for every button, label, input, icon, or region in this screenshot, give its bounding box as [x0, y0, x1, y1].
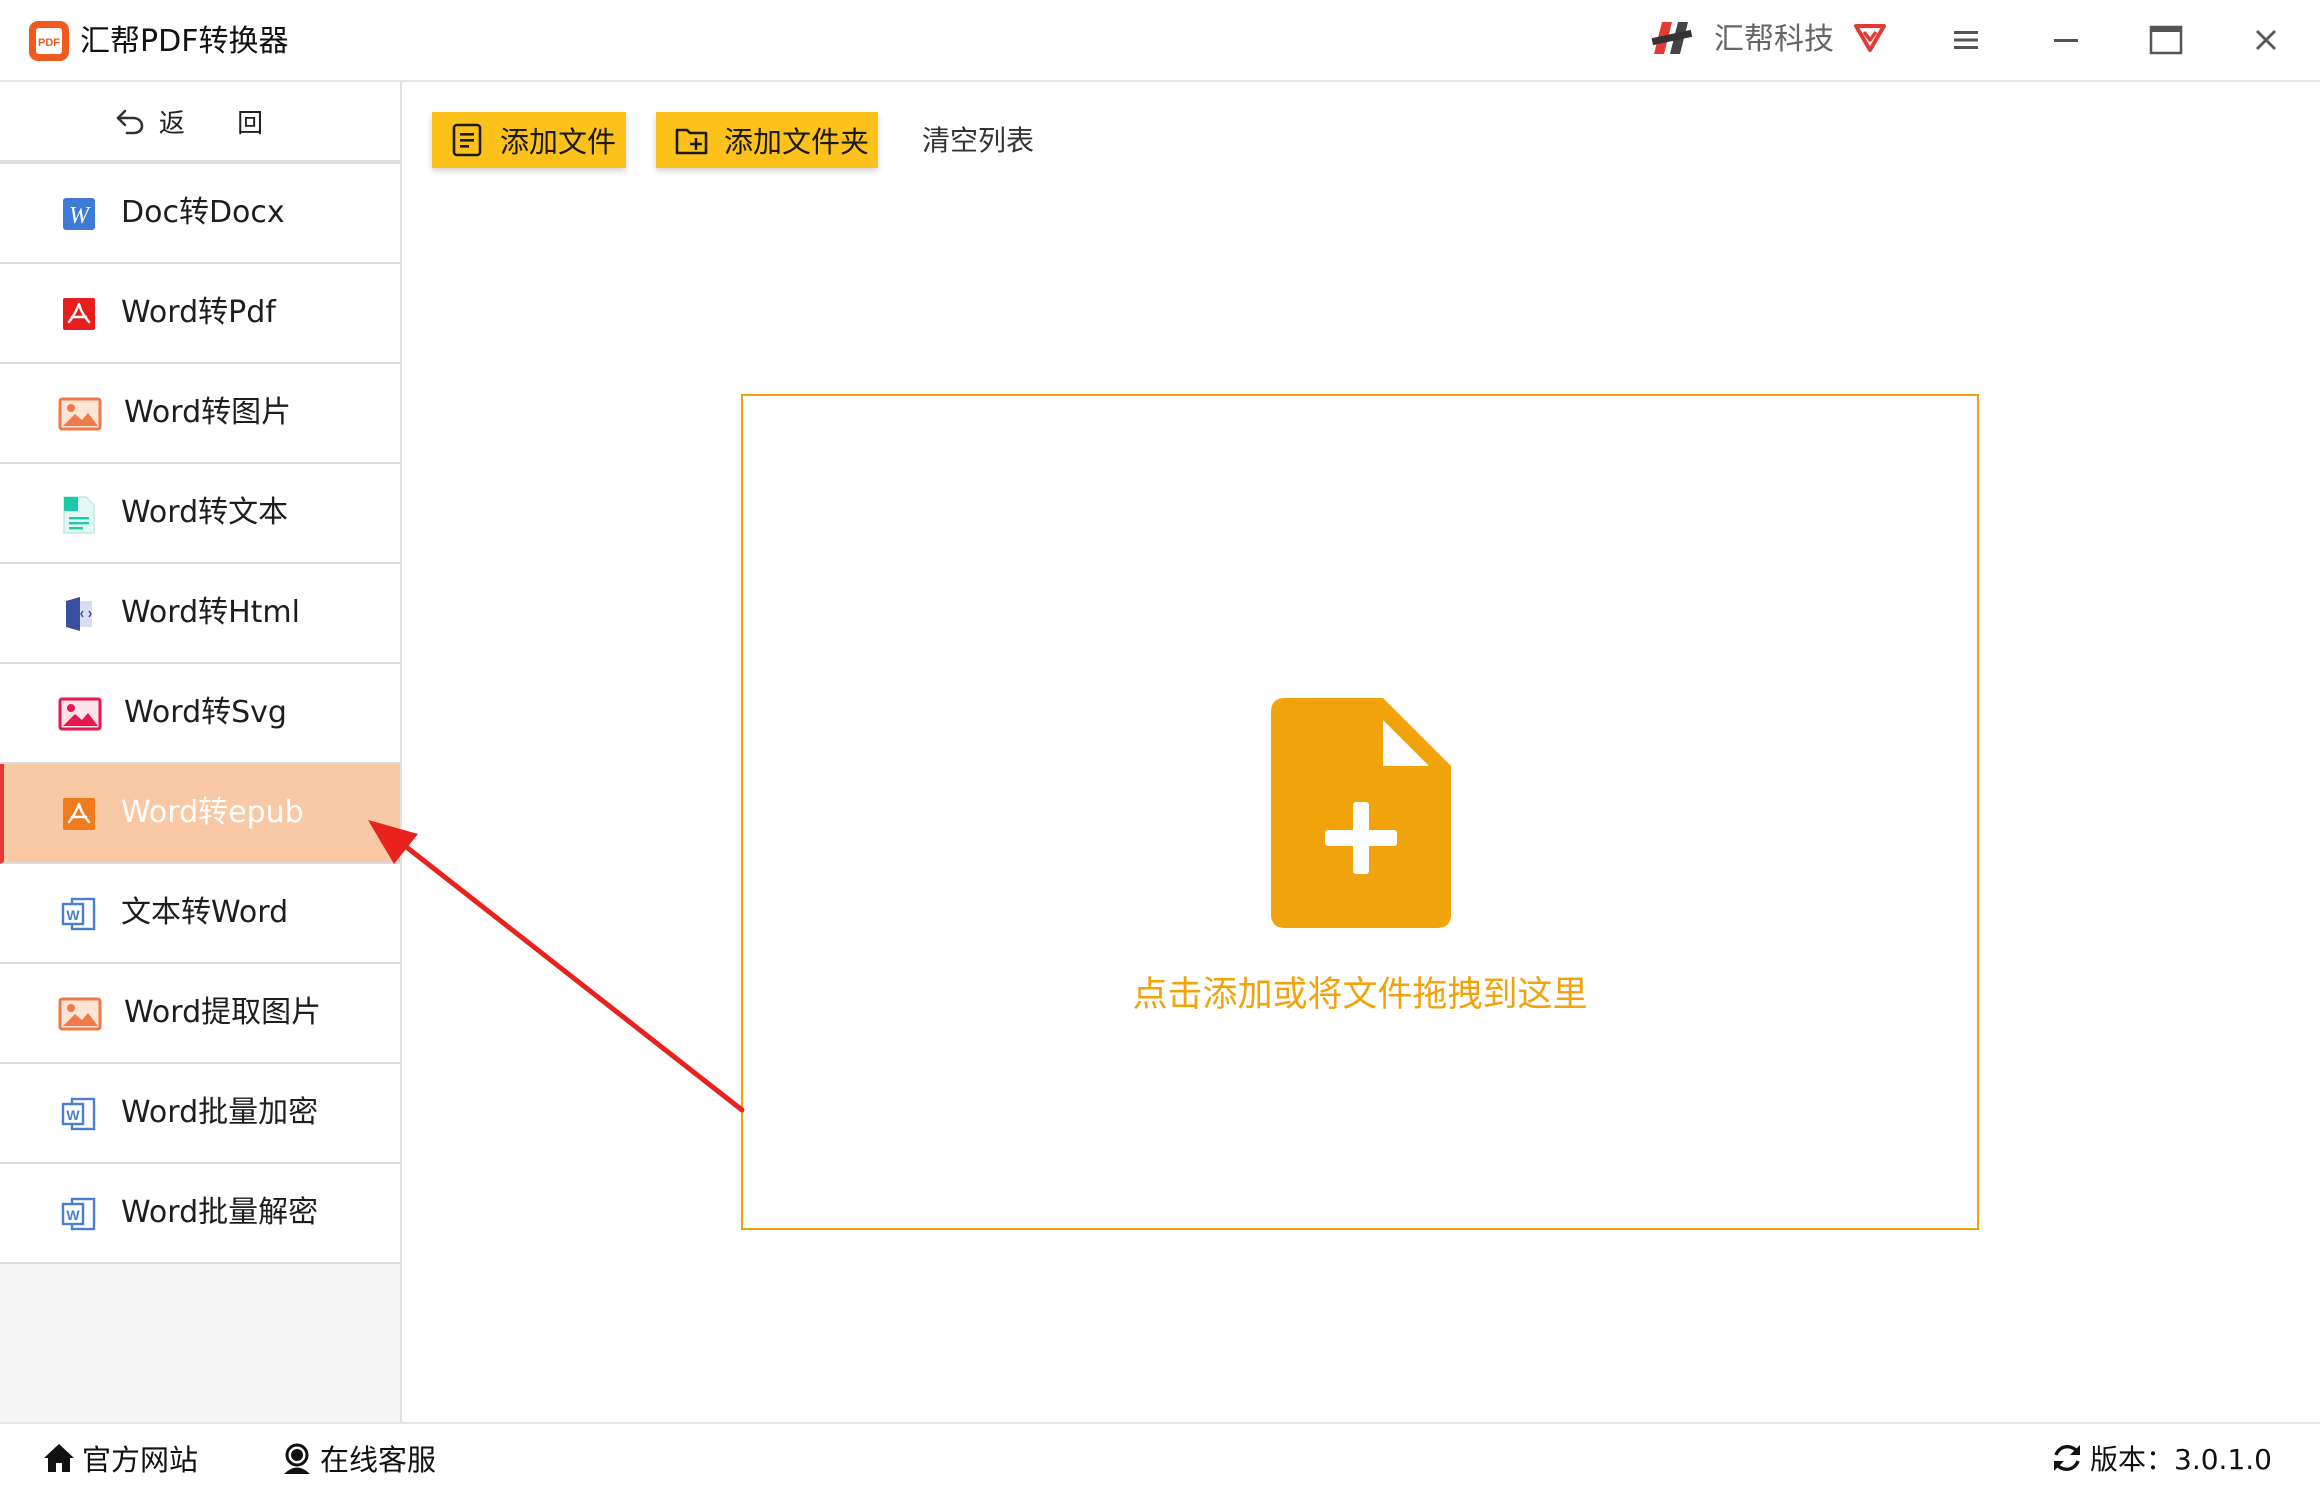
- version-info: 版本：3.0.1.0: [2050, 1436, 2272, 1480]
- file-drop-zone[interactable]: 点击添加或将文件拖拽到这里: [741, 394, 1979, 1230]
- epub-icon: [60, 795, 98, 833]
- status-bar: 官方网站 在线客服 版本：3.0.1.0: [0, 1422, 2320, 1492]
- sidebar: 返 回 W Doc转Docx Word转Pdf Word转图片 Word转文本 …: [0, 82, 402, 1422]
- word-icon: W: [60, 895, 98, 933]
- text-file-icon: [60, 495, 98, 534]
- image-icon: [58, 395, 102, 433]
- conversion-menu: W Doc转Docx Word转Pdf Word转图片 Word转文本 Word…: [0, 164, 400, 1264]
- title-bar: PDF 汇帮PDF转换器 汇帮科技: [0, 0, 2320, 82]
- sidebar-item-word-to-pdf[interactable]: Word转Pdf: [0, 264, 400, 364]
- sidebar-item-word-to-epub[interactable]: Word转epub: [0, 764, 400, 864]
- clear-list-button[interactable]: 清空列表: [922, 122, 1034, 160]
- close-icon[interactable]: [2244, 18, 2288, 62]
- brand-name: 汇帮科技: [1714, 22, 1834, 57]
- sidebar-item-doc-to-docx[interactable]: W Doc转Docx: [0, 164, 400, 264]
- word-icon: W: [60, 1195, 98, 1233]
- sidebar-item-word-extract-images[interactable]: Word提取图片: [0, 964, 400, 1064]
- official-website-label: 官方网站: [82, 1443, 199, 1477]
- add-file-icon: [450, 122, 486, 158]
- online-support-link[interactable]: 在线客服: [280, 1436, 436, 1480]
- word-doc-icon: W: [60, 195, 98, 233]
- svg-text:W: W: [66, 907, 80, 923]
- sidebar-item-label: Word转文本: [121, 495, 289, 530]
- add-file-label: 添加文件: [500, 125, 617, 159]
- sidebar-item-word-batch-encrypt[interactable]: W Word批量加密: [0, 1064, 400, 1164]
- sidebar-item-label: Word转Svg: [124, 695, 287, 730]
- sidebar-item-label: Word转epub: [121, 795, 304, 830]
- version-label: 版本：3.0.1.0: [2090, 1443, 2272, 1476]
- sidebar-item-label: Word批量加密: [121, 1095, 319, 1130]
- sidebar-item-word-to-image[interactable]: Word转图片: [0, 364, 400, 464]
- online-support-label: 在线客服: [320, 1443, 437, 1477]
- sidebar-item-label: Doc转Docx: [121, 195, 285, 230]
- svg-text:W: W: [69, 203, 91, 229]
- sidebar-item-word-batch-decrypt[interactable]: W Word批量解密: [0, 1164, 400, 1264]
- app-title: 汇帮PDF转换器: [80, 24, 289, 59]
- maximize-icon[interactable]: [2144, 18, 2188, 62]
- pdf-icon: [60, 295, 98, 333]
- add-file-button[interactable]: 添加文件: [432, 112, 626, 168]
- image-icon: [58, 995, 102, 1033]
- customer-service-icon: [280, 1441, 314, 1475]
- svg-text:W: W: [66, 1107, 80, 1123]
- sidebar-item-label: Word批量解密: [121, 1195, 319, 1230]
- add-folder-button[interactable]: 添加文件夹: [656, 112, 878, 168]
- home-icon: [42, 1441, 76, 1475]
- html-book-icon: [60, 595, 98, 633]
- back-label: 返 回: [158, 108, 286, 139]
- annotation-arrow: [360, 820, 750, 1120]
- drop-zone-hint: 点击添加或将文件拖拽到这里: [1132, 975, 1588, 1015]
- vip-diamond-icon[interactable]: [1850, 16, 1890, 56]
- add-folder-label: 添加文件夹: [724, 125, 870, 159]
- sidebar-item-label: 文本转Word: [121, 895, 289, 930]
- sidebar-item-label: Word转Pdf: [121, 295, 276, 330]
- brand-logo-icon: [1648, 14, 1696, 62]
- sidebar-item-text-to-word[interactable]: W 文本转Word: [0, 864, 400, 964]
- app-logo-icon: PDF: [28, 20, 70, 62]
- svg-image-icon: [58, 695, 102, 733]
- back-arrow-icon: [115, 107, 145, 135]
- refresh-icon: [2050, 1441, 2084, 1475]
- sidebar-item-label: Word转Html: [121, 595, 300, 630]
- svg-text:W: W: [66, 1207, 80, 1223]
- sidebar-item-label: Word提取图片: [124, 995, 322, 1030]
- sidebar-item-word-to-svg[interactable]: Word转Svg: [0, 664, 400, 764]
- hamburger-menu-icon[interactable]: [1944, 18, 1988, 62]
- add-folder-icon: [674, 122, 710, 158]
- minimize-icon[interactable]: [2044, 18, 2088, 62]
- sidebar-item-label: Word转图片: [124, 395, 292, 430]
- back-button[interactable]: 返 回: [0, 82, 400, 164]
- add-file-icon: [1271, 698, 1451, 928]
- word-icon: W: [60, 1095, 98, 1133]
- official-website-link[interactable]: 官方网站: [42, 1436, 198, 1480]
- sidebar-item-word-to-html[interactable]: Word转Html: [0, 564, 400, 664]
- svg-text:PDF: PDF: [38, 37, 60, 49]
- sidebar-item-word-to-text[interactable]: Word转文本: [0, 464, 400, 564]
